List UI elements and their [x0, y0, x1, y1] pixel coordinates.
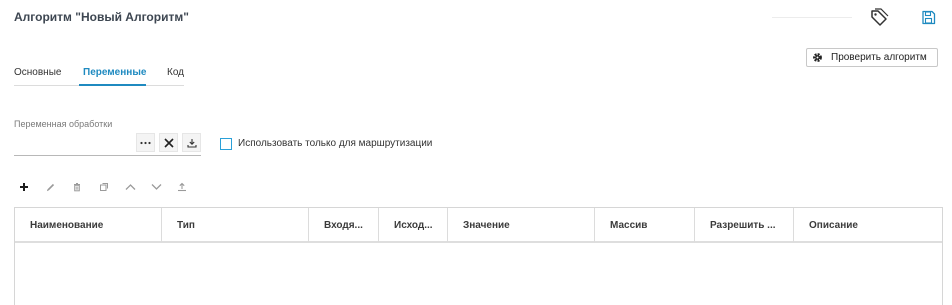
- variable-field-label: Переменная обработки: [14, 119, 113, 129]
- ellipsis-icon: [140, 141, 151, 144]
- column-header-value[interactable]: Значение: [448, 208, 595, 242]
- upload-icon: [178, 182, 186, 192]
- routing-only-checkbox[interactable]: [220, 138, 232, 150]
- close-icon: [163, 137, 174, 148]
- tab-main[interactable]: Основные: [14, 67, 61, 78]
- routing-only-label: Использовать только для маршрутизации: [238, 138, 433, 149]
- header-divider: [772, 17, 852, 18]
- plus-icon: [20, 183, 28, 191]
- add-button[interactable]: [15, 178, 33, 196]
- download-icon: [186, 138, 197, 148]
- page-title: Алгоритм "Новый Алгоритм": [14, 10, 189, 24]
- move-down-button[interactable]: [147, 178, 165, 196]
- tag-icon[interactable]: [869, 8, 889, 28]
- download-button[interactable]: [182, 133, 201, 152]
- active-tab-indicator: [79, 84, 146, 86]
- column-header-incoming[interactable]: Входя...: [309, 208, 379, 242]
- chevron-down-icon: [151, 184, 161, 190]
- tab-bar: Основные Переменные Код: [14, 60, 184, 86]
- edit-button[interactable]: [42, 178, 60, 196]
- trash-icon: [74, 183, 80, 192]
- upload-button[interactable]: [173, 178, 191, 196]
- variable-field[interactable]: [14, 132, 201, 156]
- copy-icon: [100, 183, 108, 191]
- delete-button[interactable]: [68, 178, 86, 196]
- tab-code[interactable]: Код: [167, 67, 184, 78]
- pencil-icon: [47, 183, 55, 192]
- check-algorithm-label: Проверить алгоритм: [831, 52, 927, 63]
- tab-variables[interactable]: Переменные: [83, 67, 146, 78]
- copy-button[interactable]: [95, 178, 113, 196]
- gear-icon: [813, 53, 822, 62]
- more-button[interactable]: [136, 133, 155, 152]
- check-algorithm-button[interactable]: Проверить алгоритм: [806, 48, 938, 67]
- save-icon[interactable]: [921, 10, 936, 25]
- column-header-allow[interactable]: Разрешить ...: [695, 208, 794, 242]
- column-header-name[interactable]: Наименование: [15, 208, 162, 242]
- move-up-button[interactable]: [121, 178, 139, 196]
- column-header-array[interactable]: Массив: [595, 208, 695, 242]
- chevron-up-icon: [125, 184, 135, 190]
- clear-button[interactable]: [159, 133, 178, 152]
- column-header-description[interactable]: Описание: [794, 208, 942, 242]
- column-header-type[interactable]: Тип: [162, 208, 309, 242]
- table-header: Наименование Тип Входя... Исход... Значе…: [15, 208, 942, 243]
- variables-table: Наименование Тип Входя... Исход... Значе…: [14, 207, 943, 305]
- column-header-outgoing[interactable]: Исход...: [379, 208, 448, 242]
